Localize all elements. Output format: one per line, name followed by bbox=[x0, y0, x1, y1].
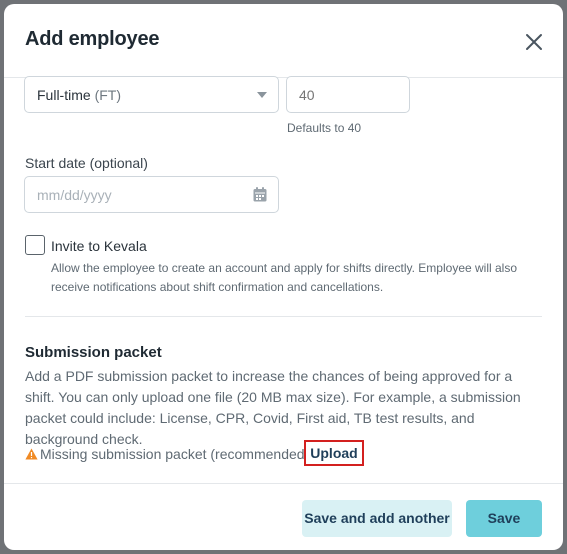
start-date-placeholder: mm/dd/yyyy bbox=[37, 187, 112, 203]
close-icon[interactable] bbox=[523, 31, 545, 53]
modal-footer: Save and add another Save bbox=[4, 483, 563, 550]
chevron-down-icon bbox=[257, 92, 267, 98]
hours-hint: Defaults to 40 bbox=[287, 121, 362, 135]
weekly-hours-input[interactable] bbox=[286, 76, 410, 113]
employment-type-value: Full-time (FT) bbox=[37, 87, 121, 103]
invite-label[interactable]: Invite to Kevala bbox=[51, 238, 147, 254]
modal-title: Add employee bbox=[25, 28, 160, 50]
modal-body: Full-time (FT) Defaults to 40 Start date… bbox=[4, 76, 563, 483]
save-button[interactable]: Save bbox=[466, 500, 542, 537]
start-date-label: Start date (optional) bbox=[25, 155, 148, 171]
invite-description: Allow the employee to create an account … bbox=[51, 261, 518, 294]
invite-checkbox[interactable] bbox=[25, 235, 45, 255]
employment-type-select[interactable]: Full-time (FT) bbox=[24, 76, 279, 113]
submission-packet-title: Submission packet bbox=[25, 344, 162, 361]
calendar-icon[interactable] bbox=[253, 187, 267, 202]
warning-text: Missing submission packet (recommended) bbox=[40, 446, 310, 462]
upload-button[interactable]: Upload bbox=[304, 440, 364, 466]
warning-icon bbox=[25, 448, 38, 460]
modal-header: Add employee bbox=[4, 4, 563, 78]
save-and-add-another-button[interactable]: Save and add another bbox=[302, 500, 452, 537]
submission-packet-description: Add a PDF submission packet to increase … bbox=[25, 368, 521, 447]
start-date-input[interactable]: mm/dd/yyyy bbox=[24, 176, 279, 213]
add-employee-modal: Add employee Full-time (FT) Defaults to … bbox=[4, 4, 563, 550]
section-divider bbox=[25, 316, 542, 317]
